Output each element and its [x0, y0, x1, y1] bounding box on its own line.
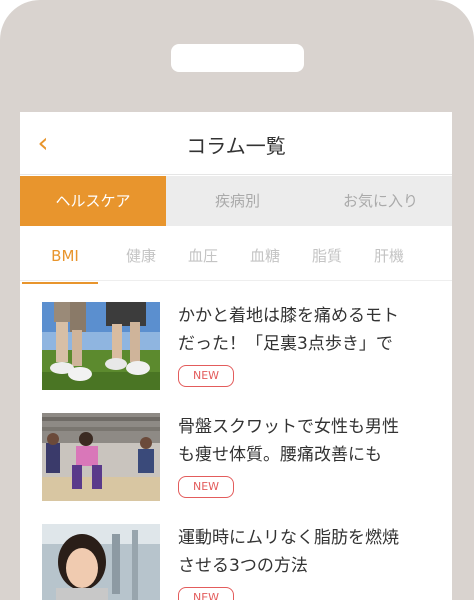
article-item[interactable]: かかと着地は膝を痛めるモト だった！「足裏3点歩き」で NEW — [42, 302, 442, 402]
article-title: 運動時にムリなく脂肪を燃焼 させる3つの方法 — [178, 524, 448, 580]
article-thumbnail — [42, 524, 160, 600]
tab-bmi[interactable]: BMI — [20, 236, 110, 284]
tab-health[interactable]: 健康 — [110, 236, 172, 280]
nav-bar: ‹ コラム一覧 — [20, 112, 452, 175]
segment-favorites[interactable]: お気に入り — [309, 176, 452, 226]
page-title: コラム一覧 — [186, 134, 286, 158]
article-title-line: 骨盤スクワットで女性も男性 — [178, 417, 399, 437]
segment-healthcare[interactable]: ヘルスケア — [20, 176, 166, 226]
new-badge: NEW — [178, 476, 234, 498]
article-title-line: も痩せ体質。腰痛改善にも — [178, 445, 382, 465]
article-title-line: 運動時にムリなく脂肪を燃焼 — [178, 528, 399, 548]
article-item[interactable]: 運動時にムリなく脂肪を燃焼 させる3つの方法 NEW — [42, 524, 442, 600]
article-thumbnail — [42, 302, 160, 390]
article-item[interactable]: 骨盤スクワットで女性も男性 も痩せ体質。腰痛改善にも NEW — [42, 413, 442, 513]
article-title-line: させる3つの方法 — [178, 556, 308, 576]
article-title-line: かかと着地は膝を痛めるモト — [178, 306, 399, 326]
tab-blood-pressure[interactable]: 血圧 — [172, 236, 234, 280]
tab-lipid[interactable]: 脂質 — [296, 236, 358, 280]
tab-blood-sugar[interactable]: 血糖 — [234, 236, 296, 280]
article-title: かかと着地は膝を痛めるモト だった！「足裏3点歩き」で — [178, 302, 448, 358]
new-badge: NEW — [178, 587, 234, 600]
new-badge: NEW — [178, 365, 234, 387]
segment-control: ヘルスケア 疾病別 お気に入り — [20, 176, 452, 226]
category-tabs: BMI 健康 血圧 血糖 脂質 肝機 — [20, 236, 452, 284]
article-title-line: だった！「足裏3点歩き」で — [178, 334, 393, 354]
segment-disease[interactable]: 疾病別 — [166, 176, 309, 226]
phone-speaker — [171, 44, 304, 72]
phone-frame: ‹ コラム一覧 ヘルスケア 疾病別 お気に入り BMI 健康 血圧 血糖 脂質 … — [0, 0, 474, 600]
tab-liver[interactable]: 肝機 — [358, 236, 420, 280]
article-thumbnail — [42, 413, 160, 501]
article-title: 骨盤スクワットで女性も男性 も痩せ体質。腰痛改善にも — [178, 413, 448, 469]
app-screen: ‹ コラム一覧 ヘルスケア 疾病別 お気に入り BMI 健康 血圧 血糖 脂質 … — [20, 112, 452, 600]
